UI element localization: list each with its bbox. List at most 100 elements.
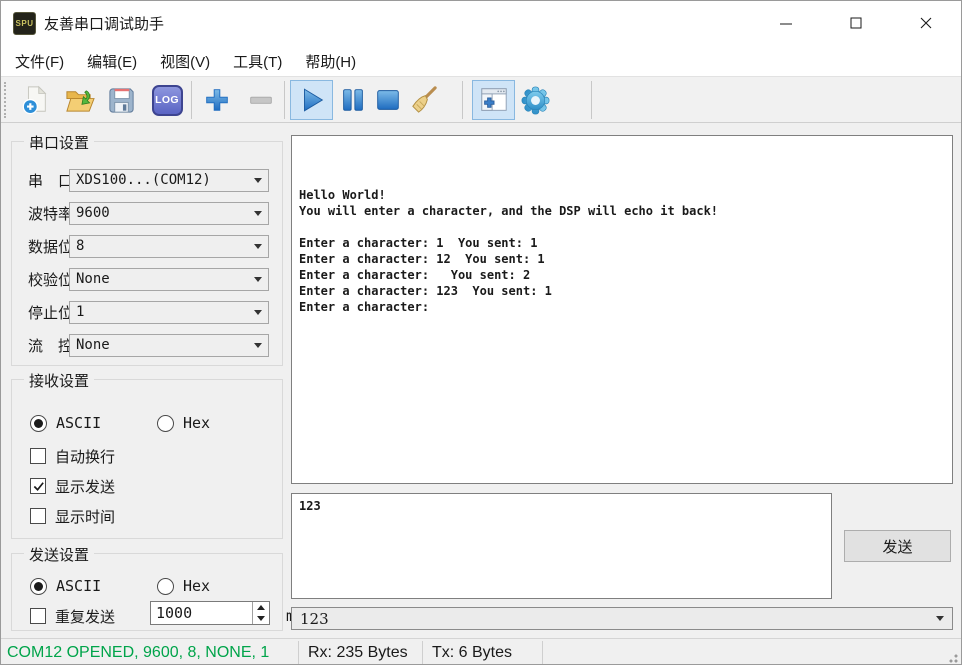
toolbar-separator [284, 81, 285, 119]
log-button[interactable]: LOG [149, 82, 185, 118]
autowrap-checkbox[interactable]: 自动换行 [30, 444, 115, 468]
stop-icon [377, 90, 399, 110]
rx-bytes-status: Rx: 235 Bytes [308, 643, 408, 661]
resize-grip[interactable] [948, 653, 958, 663]
send-hex-label: Hex [183, 577, 211, 595]
menu-tools[interactable]: 工具(T) [223, 48, 292, 75]
show-sent-label: 显示发送 [55, 478, 116, 496]
new-file-icon [22, 85, 47, 115]
port-select[interactable]: XDS100...(COM12) [69, 168, 269, 192]
checkbox-icon [30, 448, 46, 464]
remove-port-button[interactable] [243, 82, 279, 118]
maximize-button[interactable] [833, 7, 879, 39]
window-title: 友善串口调试助手 [44, 16, 165, 33]
spin-up-icon [257, 605, 265, 610]
save-icon [108, 87, 134, 113]
chevron-down-icon [254, 342, 262, 348]
recv-hex-label: Hex [183, 414, 211, 432]
pause-button[interactable] [335, 82, 371, 118]
send-button[interactable]: 发送 [844, 530, 951, 562]
new-session-button[interactable] [17, 82, 53, 118]
chevron-down-icon [254, 276, 262, 282]
radio-icon [157, 577, 174, 595]
menu-edit[interactable]: 编辑(E) [77, 48, 147, 75]
databits-select[interactable]: 8 [69, 234, 269, 258]
recv-ascii-label: ASCII [56, 414, 102, 432]
show-sent-checkbox[interactable]: 显示发送 [30, 474, 115, 498]
send-hex-radio[interactable]: Hex [157, 574, 210, 598]
stopbits-select[interactable]: 1 [69, 300, 269, 324]
send-ascii-radio[interactable]: ASCII [30, 574, 101, 598]
spin-down-button[interactable] [253, 613, 269, 624]
receive-settings-title: 接收设置 [24, 370, 95, 391]
receive-display[interactable]: Hello World! You will enter a character,… [291, 135, 953, 484]
broom-icon [411, 85, 437, 113]
send-history-value: 123 [300, 609, 329, 628]
open-button[interactable] [61, 82, 97, 118]
baud-select[interactable]: 9600 [69, 201, 269, 225]
show-time-checkbox[interactable]: 显示时间 [30, 504, 115, 528]
save-button[interactable] [103, 82, 139, 118]
start-button[interactable] [290, 80, 333, 120]
stopbits-value: 1 [76, 304, 85, 320]
minimize-button[interactable] [763, 7, 809, 39]
toolbar-separator [191, 81, 192, 119]
panel-toggle-button[interactable] [472, 80, 515, 120]
parity-select[interactable]: None [69, 267, 269, 291]
toolbar-separator [591, 81, 592, 119]
serial-settings-group: 串口设置 串 口 XDS100...(COM12) 波特率 9600 数据位 8… [11, 132, 283, 366]
repeat-send-checkbox[interactable] [30, 608, 46, 624]
send-ascii-label: ASCII [56, 577, 102, 595]
repeat-send-label: 重复发送 [55, 608, 116, 626]
chevron-down-icon [254, 309, 262, 315]
parity-value: None [76, 271, 110, 287]
settings-button[interactable] [517, 82, 553, 118]
panel-toggle-icon [480, 88, 507, 111]
port-value: XDS100...(COM12) [76, 172, 211, 188]
menu-view[interactable]: 视图(V) [150, 48, 220, 75]
pause-icon [343, 89, 363, 111]
title-bar: SPU 友善串口调试助手 [1, 1, 961, 46]
menu-file[interactable]: 文件(F) [5, 48, 74, 75]
databits-value: 8 [76, 238, 85, 254]
minus-icon [250, 96, 272, 104]
close-icon [920, 17, 932, 29]
repeat-interval-input[interactable]: 1000 [150, 601, 270, 625]
radio-icon [30, 577, 47, 595]
checkbox-icon [30, 508, 46, 524]
flowctrl-select[interactable]: None [69, 333, 269, 357]
toolbar-separator [462, 81, 463, 119]
recv-ascii-radio[interactable]: ASCII [30, 411, 101, 435]
stop-button[interactable] [370, 82, 406, 118]
maximize-icon [850, 17, 862, 29]
log-icon: LOG [151, 84, 183, 116]
statusbar-divider [542, 641, 543, 664]
show-time-label: 显示时间 [55, 508, 116, 526]
menu-help[interactable]: 帮助(H) [295, 48, 366, 75]
chevron-down-icon [254, 177, 262, 183]
flowctrl-value: None [76, 337, 110, 353]
send-settings-group: 发送设置 ASCII Hex 重复发送 1000 ms [11, 544, 304, 631]
app-icon: SPU [13, 12, 36, 35]
send-history-combo[interactable]: 123 [291, 607, 953, 630]
radio-icon [157, 414, 174, 432]
repeat-interval-value: 1000 [156, 604, 193, 622]
minimize-icon [780, 23, 792, 25]
menu-bar: 文件(F) 编辑(E) 视图(V) 工具(T) 帮助(H) [1, 46, 961, 76]
connection-status: COM12 OPENED, 9600, 8, NONE, 1 [7, 643, 270, 661]
autowrap-label: 自动换行 [55, 448, 116, 466]
recv-hex-radio[interactable]: Hex [157, 411, 210, 435]
repeat-send-row: 重复发送 1000 ms [30, 601, 304, 628]
toolbar-drag-handle[interactable] [4, 82, 7, 118]
add-port-button[interactable] [199, 82, 235, 118]
checkbox-icon [30, 478, 46, 494]
chevron-down-icon [254, 210, 262, 216]
send-input[interactable]: 123 [291, 493, 832, 599]
receive-settings-group: 接收设置 ASCII Hex 自动换行 显示发送 显示时间 [11, 370, 283, 539]
close-button[interactable] [903, 7, 949, 39]
spin-up-button[interactable] [253, 602, 269, 613]
clear-button[interactable] [405, 82, 441, 118]
chevron-down-icon [936, 616, 944, 621]
chevron-down-icon [254, 243, 262, 249]
plus-icon [206, 89, 228, 111]
